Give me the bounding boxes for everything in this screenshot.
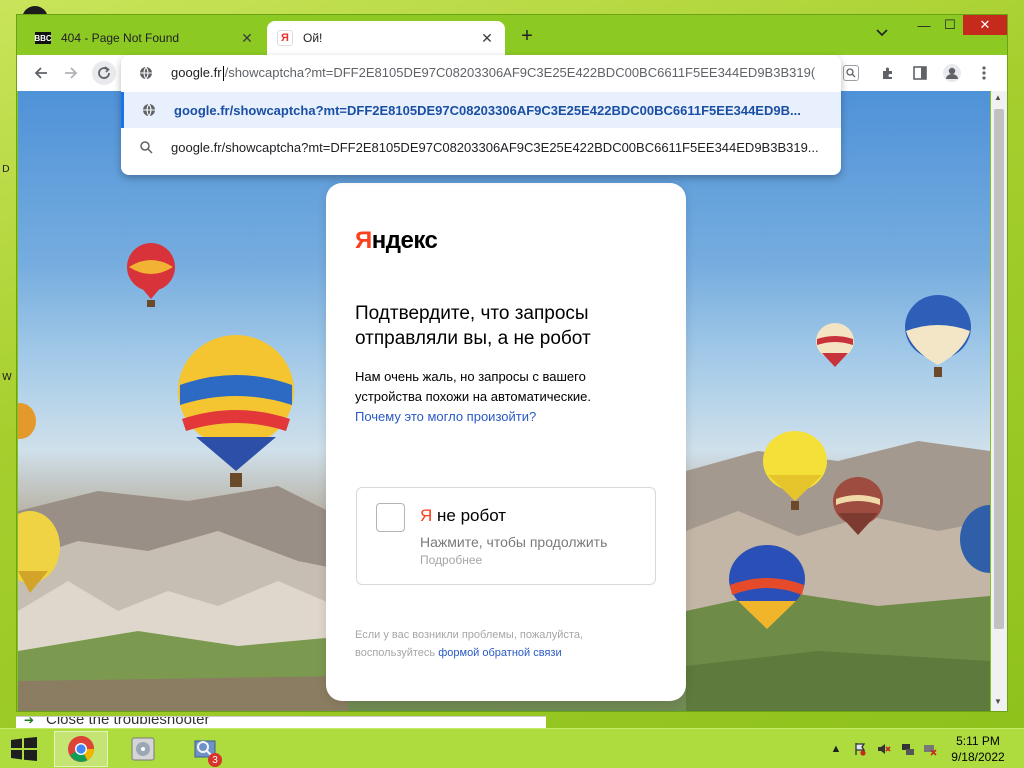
maximize-button[interactable]: ☐ bbox=[935, 15, 965, 35]
desktop-icon-label: W bbox=[2, 372, 12, 383]
tab-404-page[interactable]: BBC 404 - Page Not Found ✕ bbox=[25, 21, 265, 55]
address-autocomplete-text: /showcaptcha?mt=DFF2E8105DE97C08203306AF… bbox=[224, 64, 816, 80]
start-button[interactable] bbox=[10, 737, 38, 761]
hot-air-balloon-image bbox=[960, 505, 990, 573]
captcha-heading: Подтвердите, что запросы отправляли вы, … bbox=[355, 303, 591, 349]
description-text: Нам очень жаль, но запросы с вашего устр… bbox=[355, 369, 592, 404]
captcha-description: Нам очень жаль, но запросы с вашего устр… bbox=[355, 367, 625, 427]
page-viewport: Яндекс Подтвердите, что запросы отправля… bbox=[18, 91, 990, 711]
omnibox-suggestion-url[interactable]: google.fr/showcaptcha?mt=DFF2E8105DE97C0… bbox=[121, 92, 841, 128]
logo-rest: ндекс bbox=[371, 227, 438, 254]
scroll-up-icon[interactable]: ▲ bbox=[994, 93, 1002, 102]
chrome-icon bbox=[68, 736, 95, 762]
forward-button[interactable] bbox=[59, 61, 83, 85]
reload-button[interactable] bbox=[92, 61, 116, 85]
back-button[interactable] bbox=[29, 61, 53, 85]
suggestion-text: google.fr/showcaptcha?mt=DFF2E8105DE97C0… bbox=[171, 139, 819, 155]
reload-icon bbox=[98, 66, 110, 79]
extensions-icon[interactable] bbox=[877, 62, 899, 84]
feedback-form-link[interactable]: формой обратной связи bbox=[438, 647, 561, 659]
logo-first-letter: Я bbox=[355, 227, 372, 254]
network-icon[interactable] bbox=[900, 742, 916, 756]
hot-air-balloon-image bbox=[763, 431, 827, 510]
tab-search-button[interactable] bbox=[875, 27, 889, 41]
side-panel-icon[interactable] bbox=[909, 62, 931, 84]
yandex-logo[interactable]: Яндекс bbox=[355, 227, 438, 255]
tab-close-icon[interactable]: ✕ bbox=[239, 30, 255, 47]
tab-strip: BBC 404 - Page Not Found ✕ Я Ой! ✕ + — ☐… bbox=[17, 15, 1007, 55]
hot-air-balloon-image bbox=[816, 323, 854, 367]
new-tab-button[interactable]: + bbox=[515, 25, 539, 49]
captcha-footer: Если у вас возникли проблемы, пожалуйста… bbox=[355, 626, 645, 662]
tab-title: Ой! bbox=[303, 31, 323, 45]
arrow-right-icon: ➔ bbox=[24, 716, 35, 727]
tab-yandex-captcha[interactable]: Я Ой! ✕ bbox=[267, 21, 505, 55]
hot-air-balloon-image bbox=[833, 477, 883, 535]
tab-close-icon[interactable]: ✕ bbox=[479, 30, 495, 47]
arrow-left-icon bbox=[34, 67, 47, 79]
zoom-icon[interactable] bbox=[843, 65, 859, 81]
clock-date: 9/18/2022 bbox=[951, 750, 1005, 764]
speaker-muted-icon[interactable] bbox=[876, 742, 892, 756]
taskbar: 3 ▲ 5:11 PM 9/18/2022 bbox=[0, 728, 1024, 768]
label-rest: не робот bbox=[432, 506, 507, 525]
bbc-favicon-icon: BBC bbox=[34, 32, 52, 44]
disk-icon bbox=[131, 737, 155, 761]
not-robot-subtext: Нажмите, чтобы продолжить bbox=[420, 534, 608, 550]
power-warning-icon[interactable] bbox=[922, 742, 938, 756]
profile-avatar-icon[interactable] bbox=[941, 62, 963, 84]
clock-time: 5:11 PM bbox=[956, 734, 1000, 748]
suggestion-text: google.fr/showcaptcha?mt=DFF2E8105DE97C0… bbox=[174, 102, 801, 118]
hot-air-balloon-image bbox=[18, 403, 36, 439]
notification-badge: 3 bbox=[208, 753, 222, 767]
yandex-favicon-icon: Я bbox=[277, 30, 293, 46]
taskbar-troubleshooter[interactable]: 3 bbox=[178, 731, 232, 767]
troubleshooter-text: Close the troubleshooter bbox=[46, 716, 210, 728]
captcha-card: Яндекс Подтвердите, что запросы отправля… bbox=[326, 183, 686, 701]
hot-air-balloon-image bbox=[18, 511, 60, 593]
omnibox-suggestion-search[interactable]: google.fr/showcaptcha?mt=DFF2E8105DE97C0… bbox=[121, 129, 841, 165]
tab-title: 404 - Page Not Found bbox=[61, 31, 180, 45]
globe-icon bbox=[124, 103, 174, 117]
search-icon bbox=[121, 140, 171, 154]
show-hidden-icons-icon[interactable]: ▲ bbox=[828, 742, 844, 756]
chevron-down-icon bbox=[876, 29, 888, 37]
desktop-icon-label: D bbox=[2, 164, 10, 175]
not-robot-checkbox-box[interactable]: Я не робот Нажмите, чтобы продолжить Под… bbox=[356, 487, 656, 585]
close-window-button[interactable]: ✕ bbox=[963, 15, 1007, 35]
text-caret bbox=[222, 66, 224, 82]
windows-logo-icon bbox=[11, 737, 37, 761]
arrow-right-icon bbox=[65, 67, 78, 79]
globe-icon bbox=[121, 66, 171, 80]
not-robot-label: Я не робот bbox=[420, 506, 506, 526]
hot-air-balloon-image bbox=[127, 243, 175, 307]
why-link[interactable]: Почему это могло произойти? bbox=[355, 409, 536, 424]
scroll-down-icon[interactable]: ▼ bbox=[994, 697, 1002, 706]
more-info-link[interactable]: Подробнее bbox=[420, 553, 482, 567]
not-robot-checkbox[interactable] bbox=[376, 503, 405, 532]
hot-air-balloon-image bbox=[905, 295, 971, 377]
page-scrollbar[interactable]: ▲ ▼ bbox=[991, 91, 1007, 711]
taskbar-chrome[interactable] bbox=[54, 731, 108, 767]
address-bar-input[interactable]: google.fr/showcaptcha?mt=DFF2E8105DE97C0… bbox=[121, 55, 841, 91]
hot-air-balloon-image bbox=[729, 545, 805, 629]
browser-window: BBC 404 - Page Not Found ✕ Я Ой! ✕ + — ☐… bbox=[16, 14, 1008, 712]
label-ya: Я bbox=[420, 506, 433, 525]
menu-kebab-icon[interactable] bbox=[973, 62, 995, 84]
taskbar-disk-utility[interactable] bbox=[116, 731, 170, 767]
omnibox-dropdown: google.fr/showcaptcha?mt=DFF2E8105DE97C0… bbox=[121, 55, 841, 175]
scrollbar-thumb[interactable] bbox=[994, 109, 1004, 629]
system-clock[interactable]: 5:11 PM 9/18/2022 bbox=[948, 733, 1008, 765]
address-typed-text: google.fr bbox=[171, 64, 222, 80]
hot-air-balloon-image bbox=[178, 335, 294, 487]
action-center-flag-icon[interactable] bbox=[852, 742, 868, 756]
